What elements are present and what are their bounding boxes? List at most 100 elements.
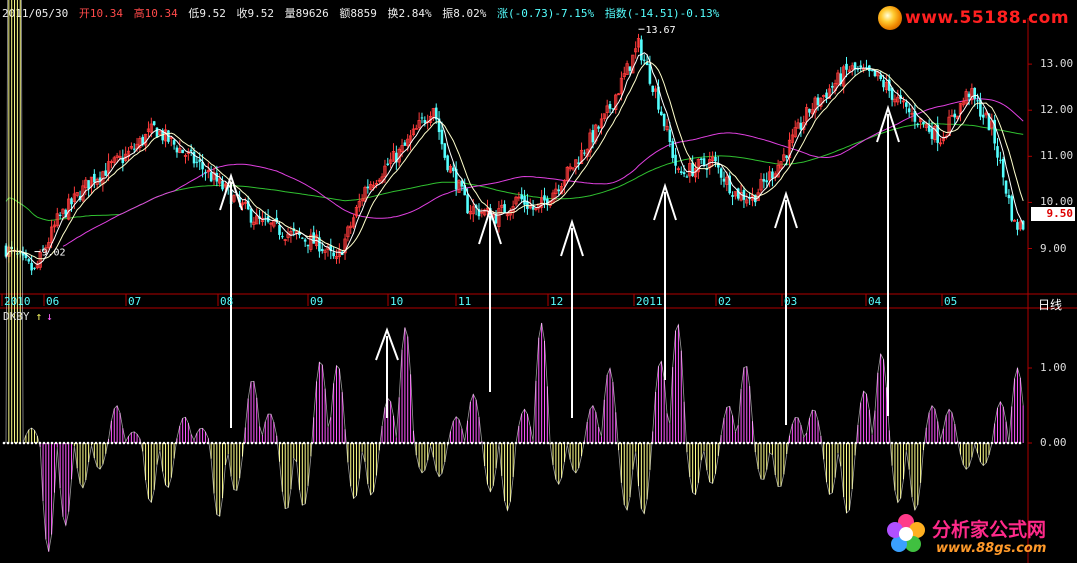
candle-down [642,59,646,61]
candle-down [765,180,769,183]
zero-line-dot [222,441,226,445]
zero-line-dot [870,441,874,445]
zero-line-dot [186,441,190,445]
zero-line-dot [110,441,114,445]
candle-down [420,117,424,119]
zero-line-dot [798,441,802,445]
zero-line-dot [86,441,90,445]
zero-line-dot [146,441,150,445]
zero-line-dot [806,441,810,445]
zero-line-dot [714,441,718,445]
zero-line-dot [274,441,278,445]
zero-line-dot [686,441,690,445]
zero-line-dot [830,441,834,445]
candle-down [215,173,219,182]
candle-down [520,194,523,200]
low-annotation: 9.02 [41,248,65,259]
candle-down [70,198,73,205]
zero-line-dot [338,441,342,445]
timeframe-label[interactable]: 日线 [1038,296,1062,313]
zero-line-dot [886,441,890,445]
zero-line-dot [974,441,978,445]
zero-line-dot [158,441,162,445]
candle-down [155,127,159,138]
zero-line-dot [250,441,254,445]
candle-down [762,179,766,182]
zero-line-dot [934,441,938,445]
zero-line-dot [462,441,466,445]
zero-line-dot [758,441,762,445]
zero-line-dot [310,441,314,445]
zero-line-dot [822,441,826,445]
zero-line-dot [390,441,394,445]
candle-down [662,113,666,127]
zero-line-dot [982,441,986,445]
price-tick-label: 12.00 [1040,103,1074,117]
zero-line-dot [878,441,882,445]
candle-down [249,208,253,223]
zero-line-dot [258,441,262,445]
zero-line-dot [386,441,390,445]
zero-line-dot [750,441,754,445]
zero-line-dot [670,441,674,445]
zero-line-dot [634,441,638,445]
zero-line-dot [142,441,146,445]
watermark-bottom-url: www.88gs.com [936,541,1047,556]
zero-line-dot [542,441,546,445]
zero-line-dot [334,441,338,445]
zero-line-dot [862,441,866,445]
zero-line-dot [74,441,78,445]
zero-line-dot [290,441,294,445]
zero-line-dot [446,441,450,445]
zero-line-dot [538,441,542,445]
zero-line-dot [298,441,302,445]
zero-line-dot [898,441,902,445]
zero-line-dot [406,441,410,445]
zero-line-dot [866,441,870,445]
zero-line-dot [454,441,458,445]
zero-line-dot [710,441,714,445]
zero-line-dot [170,441,174,445]
zero-line-dot [470,441,474,445]
candle-down [660,111,663,116]
zero-line-dot [658,441,662,445]
candle-down [953,113,957,118]
zero-line-dot [234,441,238,445]
zero-line-dot [378,441,382,445]
zero-line-dot [674,441,678,445]
zero-line-dot [566,441,570,445]
zero-line-dot [226,441,230,445]
candle-down [303,239,307,242]
zero-line-dot [594,441,598,445]
zero-line-dot [882,441,886,445]
zero-line-dot [342,441,346,445]
candle-down [714,157,717,162]
zero-line-dot [998,441,1002,445]
zero-line-dot [586,441,590,445]
candle-down [799,122,803,130]
candle-down [722,178,726,182]
zero-line-dot [270,441,274,445]
candle-down [907,108,911,113]
zero-line-dot [790,441,794,445]
candle-down [679,171,683,173]
zero-line-dot [46,441,50,445]
zero-line-dot [494,441,498,445]
price-tick-label: 10.00 [1040,195,1074,209]
zero-line-dot [314,441,318,445]
zero-line-dot [210,441,214,445]
zero-line-dot [38,441,42,445]
watermark-bottom: 分析家公式网 [932,519,1047,541]
candle-down [181,149,184,154]
candle-down [93,173,96,183]
zero-line-dot [602,441,606,445]
zero-line-dot [986,441,990,445]
zero-line-dot [730,441,734,445]
candle-down [332,252,335,257]
zero-line-dot [1018,441,1022,445]
zero-line-dot [514,441,518,445]
zero-line-dot [422,441,426,445]
candle-down [1001,158,1005,178]
candle-up [414,127,418,130]
zero-line-dot [606,441,610,445]
